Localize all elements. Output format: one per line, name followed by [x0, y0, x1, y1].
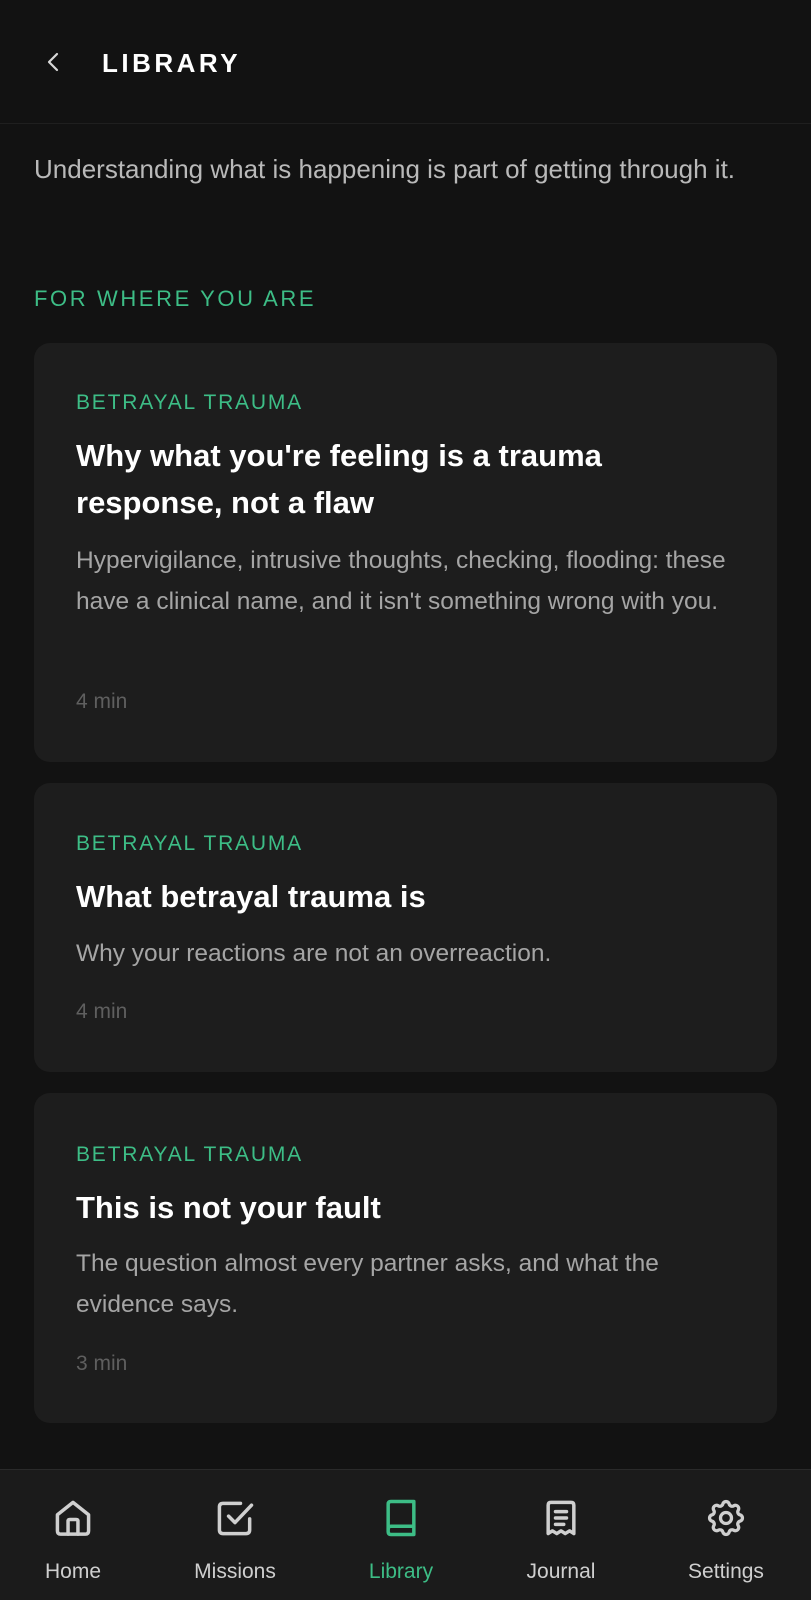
checkbox-icon	[217, 1501, 254, 1536]
nav-item-library[interactable]: Library	[331, 1470, 471, 1600]
article-title: What betrayal trauma is	[76, 879, 426, 914]
article-duration: 4 min	[76, 690, 128, 713]
gear-icon	[707, 1499, 745, 1537]
article-card[interactable]: BETRAYAL TRAUMA What betrayal trauma is …	[34, 783, 777, 1072]
app-header: LIBRARY	[0, 0, 811, 124]
back-button[interactable]	[34, 42, 74, 82]
nav-item-home[interactable]: Home	[3, 1470, 143, 1600]
book-icon	[386, 1499, 416, 1537]
nav-label-library: Library	[368, 1560, 434, 1583]
nav-label-missions: Missions	[194, 1560, 276, 1583]
nav-label-journal: Journal	[526, 1560, 596, 1583]
article-description: Why your reactions are not an overreacti…	[76, 940, 552, 967]
page-title: LIBRARY	[102, 48, 242, 78]
intro-text: Understanding what is happening is part …	[34, 154, 736, 184]
article-title: Why what you're feeling is a trauma resp…	[76, 438, 602, 520]
chevron-left-icon	[47, 52, 59, 72]
library-screen: LIBRARY Understanding what is happening …	[0, 0, 811, 1600]
home-icon	[55, 1500, 91, 1536]
article-description: The question almost every partner asks, …	[76, 1250, 659, 1318]
nav-label-home: Home	[44, 1560, 102, 1583]
article-duration: 4 min	[76, 1000, 128, 1023]
article-card[interactable]: BETRAYAL TRAUMA This is not your fault T…	[34, 1093, 777, 1423]
article-category: BETRAYAL TRAUMA	[76, 1143, 303, 1166]
article-duration: 3 min	[76, 1352, 128, 1375]
nav-item-settings[interactable]: Settings	[656, 1470, 796, 1600]
article-card[interactable]: BETRAYAL TRAUMA Why what you're feeling …	[34, 343, 777, 762]
section-label: FOR WHERE YOU ARE	[34, 286, 317, 311]
nav-item-journal[interactable]: Journal	[491, 1470, 631, 1600]
nav-item-missions[interactable]: Missions	[165, 1470, 305, 1600]
bottom-nav: Home Missions Library Journal Settings	[0, 1469, 811, 1600]
article-category: BETRAYAL TRAUMA	[76, 832, 303, 855]
article-title: This is not your fault	[76, 1190, 381, 1225]
notepad-icon	[546, 1500, 576, 1536]
article-category: BETRAYAL TRAUMA	[76, 391, 303, 414]
nav-label-settings: Settings	[688, 1560, 764, 1583]
article-description: Hypervigilance, intrusive thoughts, chec…	[76, 547, 726, 615]
